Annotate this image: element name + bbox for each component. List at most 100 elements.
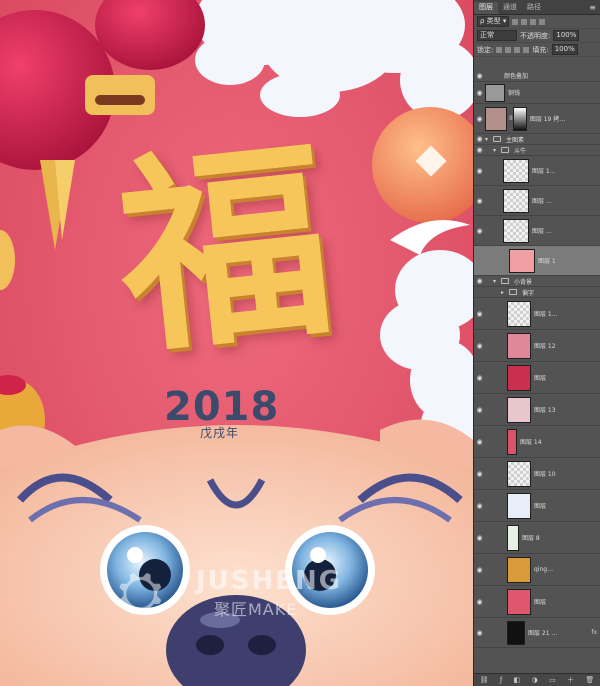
adjustment-icon[interactable]: ◑ bbox=[532, 676, 538, 684]
layer-thumbnail bbox=[503, 188, 529, 213]
opacity-label: 不透明度: bbox=[520, 31, 551, 40]
tab-layers[interactable]: 图层 bbox=[474, 2, 498, 14]
folder-icon bbox=[493, 136, 501, 142]
layer-group-row[interactable]: ◉ ▾ 斗牛 bbox=[474, 145, 600, 156]
visibility-eye-icon[interactable]: ◉ bbox=[474, 502, 485, 510]
layer-group-row[interactable]: ◉ ▾ 小背景 bbox=[474, 276, 600, 287]
visibility-eye-icon[interactable]: ◉ bbox=[474, 374, 485, 382]
layer-row[interactable]: ◉ 图层 bbox=[474, 490, 600, 522]
layer-thumbnail bbox=[485, 83, 505, 102]
layer-row[interactable]: ◉ 图层 12 bbox=[474, 330, 600, 362]
layer-name: 图层 1… bbox=[534, 311, 558, 318]
filter-type-icon[interactable] bbox=[530, 18, 537, 25]
layer-name: 图层 10 bbox=[534, 471, 556, 478]
trash-icon[interactable]: 🗑 bbox=[585, 676, 594, 684]
filter-shape-icon[interactable] bbox=[539, 18, 546, 25]
fx-icon[interactable]: fx bbox=[591, 629, 597, 636]
filter-row: ρ 类型 ▾ bbox=[474, 15, 600, 29]
visibility-eye-icon[interactable]: ◉ bbox=[474, 227, 485, 235]
new-layer-icon[interactable]: ＋ bbox=[567, 675, 574, 685]
lock-row: 锁定: 填充: 100% bbox=[474, 43, 600, 57]
fill-input[interactable]: 100% bbox=[551, 44, 578, 55]
layer-name: qing… bbox=[534, 566, 554, 573]
visibility-eye-icon[interactable]: ◉ bbox=[474, 197, 485, 205]
lock-image-icon[interactable] bbox=[505, 46, 512, 53]
lock-all-icon[interactable] bbox=[523, 46, 530, 53]
watermark-brand: JUSHENG bbox=[196, 566, 343, 596]
layer-row[interactable]: ◉ 图层 14 bbox=[474, 426, 600, 458]
layer-row-selected[interactable]: 图层 1 bbox=[474, 246, 600, 276]
lock-position-icon[interactable] bbox=[514, 46, 521, 53]
visibility-eye-icon[interactable]: ◉ bbox=[474, 342, 485, 350]
visibility-eye-icon[interactable]: ◉ bbox=[474, 310, 485, 318]
folder-icon bbox=[501, 147, 509, 153]
visibility-eye-icon[interactable]: ◉ bbox=[474, 566, 485, 574]
layer-thumbnail bbox=[507, 300, 531, 327]
lock-transparent-icon[interactable] bbox=[496, 46, 503, 53]
layer-row[interactable]: ◉ 图层 bbox=[474, 586, 600, 618]
layers-panel: 图层 通道 路径 ≡ ρ 类型 ▾ 正常 不透明度: 100% 锁定: 填充: … bbox=[473, 0, 600, 686]
layer-thumbnail bbox=[507, 588, 531, 615]
opacity-input[interactable]: 100% bbox=[553, 30, 580, 41]
layer-row[interactable]: ◉ 铜钱 bbox=[474, 82, 600, 104]
tab-channels[interactable]: 通道 bbox=[498, 2, 522, 14]
layer-row[interactable]: ◉ 图层 1… bbox=[474, 298, 600, 330]
watermark-sub: 聚匠MAKE bbox=[214, 600, 298, 619]
layer-thumbnail bbox=[507, 428, 517, 455]
layer-row[interactable]: ◉ 图层 bbox=[474, 362, 600, 394]
visibility-eye-icon[interactable]: ◉ bbox=[474, 598, 485, 606]
layer-row[interactable]: ◉ 图层 … bbox=[474, 186, 600, 216]
chevron-down-icon[interactable]: ▾ bbox=[493, 147, 499, 154]
chevron-right-icon[interactable]: ▸ bbox=[501, 289, 507, 296]
layer-row[interactable]: ◉ 图层 … bbox=[474, 216, 600, 246]
visibility-eye-icon[interactable]: ◉ bbox=[474, 406, 485, 414]
layer-group-row[interactable]: ▸ 偏字 bbox=[474, 287, 600, 298]
visibility-eye-icon[interactable]: ◉ bbox=[474, 89, 485, 97]
layer-row[interactable]: ◉ 图层 13 bbox=[474, 394, 600, 426]
folder-icon bbox=[509, 289, 517, 295]
layer-name: 图层 … bbox=[532, 228, 552, 235]
layer-row[interactable]: ◉ 颜色叠加 bbox=[474, 70, 600, 82]
visibility-eye-icon[interactable]: ◉ bbox=[474, 167, 485, 175]
visibility-eye-icon[interactable]: ◉ bbox=[474, 115, 485, 123]
layer-name: 图层 8 bbox=[522, 535, 540, 542]
layer-row[interactable]: ◉ 8 图层 19 拷… bbox=[474, 104, 600, 134]
layer-name: 图层 13 bbox=[534, 407, 556, 414]
visibility-eye-icon[interactable]: ◉ bbox=[474, 629, 485, 637]
folder-icon[interactable]: ▭ bbox=[549, 676, 556, 684]
layer-row[interactable]: ◉ 图层 10 bbox=[474, 458, 600, 490]
visibility-eye-icon[interactable]: ◉ bbox=[474, 534, 485, 542]
blend-mode-select[interactable]: 正常 bbox=[477, 30, 517, 41]
link-icon[interactable]: ⛓ bbox=[480, 676, 489, 684]
year-subtitle: 戊戌年 bbox=[200, 426, 240, 440]
filter-adjust-icon[interactable] bbox=[521, 18, 528, 25]
layer-mask-thumbnail bbox=[512, 106, 527, 131]
tab-paths[interactable]: 路径 bbox=[522, 2, 546, 14]
panel-menu-icon[interactable]: ≡ bbox=[585, 3, 600, 14]
layer-name: 图层 14 bbox=[520, 439, 542, 446]
visibility-eye-icon[interactable]: ◉ bbox=[474, 470, 485, 478]
visibility-eye-icon[interactable]: ◉ bbox=[474, 277, 485, 285]
visibility-eye-icon[interactable]: ◉ bbox=[474, 135, 485, 143]
layer-row[interactable]: ◉ 图层 1… bbox=[474, 156, 600, 186]
layer-row[interactable]: ◉ qing… bbox=[474, 554, 600, 586]
dog-face bbox=[0, 419, 473, 686]
visibility-eye-icon[interactable]: ◉ bbox=[474, 146, 485, 154]
filter-pixel-icon[interactable] bbox=[512, 18, 519, 25]
filter-kind-select[interactable]: ρ 类型 ▾ bbox=[477, 16, 510, 27]
layer-row[interactable]: ◉ 图层 21 … fx bbox=[474, 618, 600, 648]
layer-thumbnail bbox=[507, 524, 519, 551]
folder-icon bbox=[501, 278, 509, 284]
layer-name: 图层 1… bbox=[532, 168, 556, 175]
document-canvas[interactable]: 福 2018 戊戌年 ⛭ JUSHENG 聚匠MAKE bbox=[0, 0, 473, 686]
visibility-eye-icon[interactable]: ◉ bbox=[474, 438, 485, 446]
visibility-eye-icon[interactable]: ◉ bbox=[474, 72, 485, 80]
mask-icon[interactable]: ◧ bbox=[514, 676, 521, 684]
chevron-down-icon[interactable]: ▾ bbox=[493, 278, 499, 285]
fu-character: 福 bbox=[107, 115, 339, 384]
layer-group-row[interactable]: ◉ ▾ 主图素 bbox=[474, 134, 600, 145]
chevron-down-icon[interactable]: ▾ bbox=[485, 136, 491, 143]
layer-thumbnail bbox=[485, 106, 507, 131]
layer-row[interactable]: ◉ 图层 8 bbox=[474, 522, 600, 554]
fx-icon[interactable]: ƒ bbox=[500, 676, 502, 684]
